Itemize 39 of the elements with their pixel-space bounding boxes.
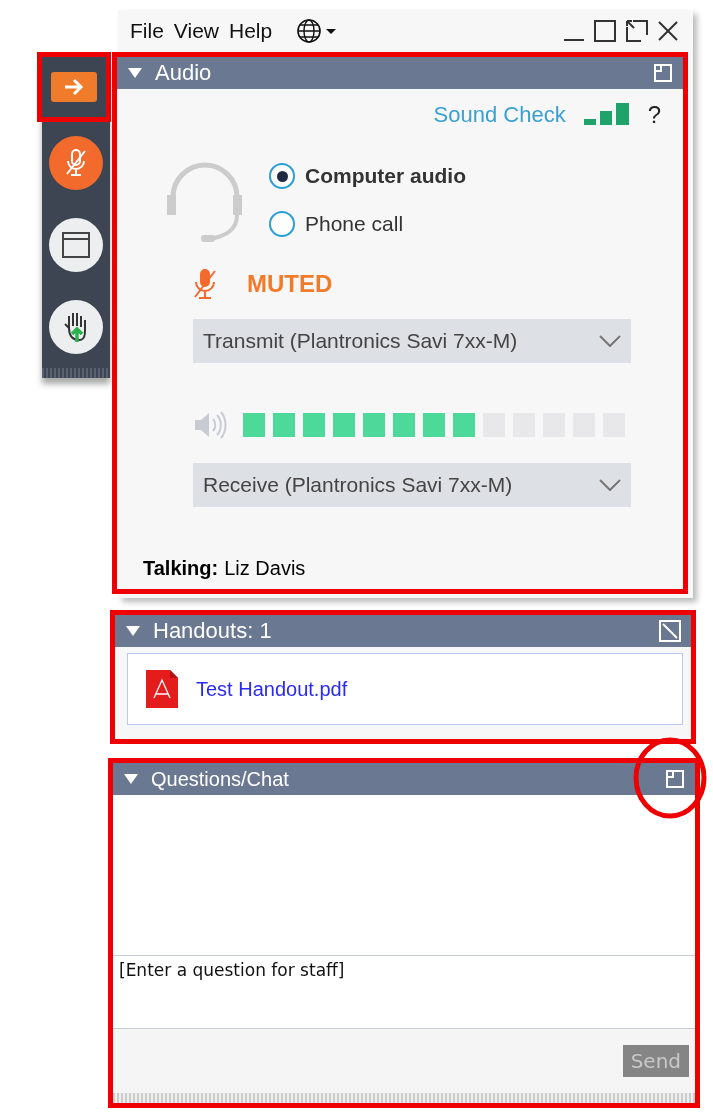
raise-hand-button[interactable]: [49, 300, 103, 354]
radio-option[interactable]: Computer audio: [269, 163, 466, 189]
mute-status: MUTED: [247, 270, 333, 298]
talking-name: Liz Davis: [224, 557, 306, 580]
menu-item[interactable]: View: [173, 19, 219, 43]
muted-microphone-icon: [193, 267, 217, 301]
popout-icon[interactable]: [625, 19, 649, 43]
close-icon[interactable]: [657, 20, 679, 42]
pdf-file-icon: [144, 668, 180, 710]
receive-dropdown[interactable]: Receive (Plantronics Savi 7xx-M): [193, 463, 631, 507]
panel-title: Handouts: 1: [153, 618, 272, 644]
chevron-down-icon: [599, 335, 621, 347]
chevron-down-icon: [599, 479, 621, 491]
resize-grip[interactable]: [113, 1093, 695, 1103]
radio-button[interactable]: [269, 211, 295, 237]
window-button[interactable]: [49, 218, 103, 272]
window-icon: [61, 231, 91, 259]
radio-option[interactable]: Phone call: [269, 211, 466, 237]
speaker-icon: [193, 409, 227, 441]
collapse-button[interactable]: [51, 72, 97, 102]
talking-label: Talking:: [143, 557, 219, 580]
muted-microphone-icon: [64, 148, 88, 178]
grip-strip[interactable]: [42, 368, 110, 378]
collapse-triangle-icon[interactable]: [123, 773, 139, 785]
collapse-triangle-icon[interactable]: [125, 625, 141, 637]
collapse-triangle-icon[interactable]: [127, 67, 143, 79]
microphone-button[interactable]: [49, 136, 103, 190]
signal-bars-icon: [583, 103, 630, 127]
help-button[interactable]: ?: [647, 101, 661, 129]
resize-icon[interactable]: [659, 620, 681, 642]
menu-item[interactable]: Help: [229, 19, 273, 43]
transmit-dropdown[interactable]: Transmit (Plantronics Savi 7xx-M): [193, 319, 631, 363]
menu-item[interactable]: File: [130, 19, 164, 43]
panel-title: Audio: [155, 60, 212, 86]
radio-button[interactable]: [269, 163, 295, 189]
maximize-icon[interactable]: [593, 19, 617, 43]
panel-title: Questions/Chat: [151, 767, 289, 791]
arrow-icon: [63, 78, 85, 96]
handout-link[interactable]: Test Handout.pdf: [196, 677, 348, 701]
